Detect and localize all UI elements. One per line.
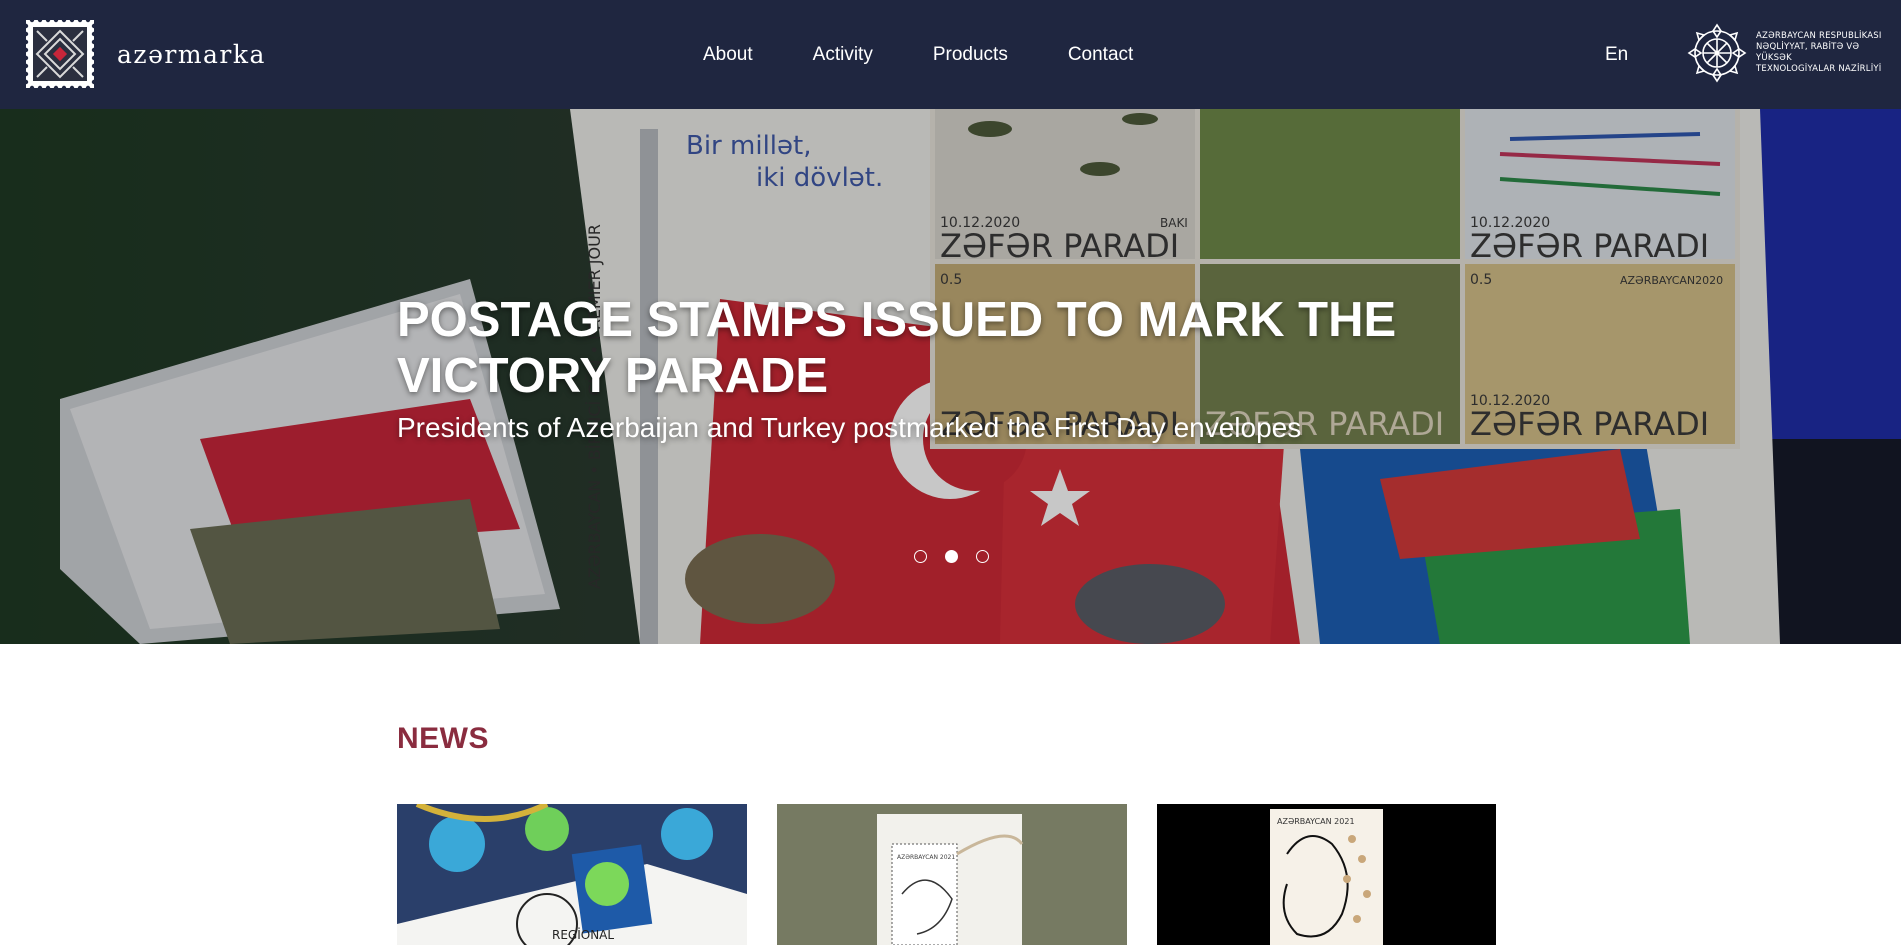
nav-activity[interactable]: Activity <box>813 44 873 66</box>
ministry-line: TEXNOLOGİYALAR NAZİRLİYİ <box>1756 64 1882 74</box>
brand-name: azərmarka <box>117 39 266 69</box>
news-heading: NEWS <box>397 722 489 755</box>
slider-dot-3[interactable] <box>976 550 989 563</box>
slider-dot-2[interactable] <box>945 550 958 563</box>
nav-products[interactable]: Products <box>933 44 1008 66</box>
stamp-logo-icon <box>24 18 96 90</box>
hero-subtitle: Presidents of Azerbaijan and Turkey post… <box>397 412 1302 443</box>
news-card-2[interactable]: AZƏRBAYCAN 2021 <box>777 804 1127 945</box>
card-image-text: AZƏRBAYCAN 2021 <box>1277 817 1355 826</box>
brand-logo[interactable]: azərmarka <box>24 17 266 91</box>
ministry-logo[interactable]: AZƏRBAYCAN RESPUBLİKASI NƏQLİYYAT, RABİT… <box>1686 22 1896 84</box>
card-image-text: AZƏRBAYCAN 2021 <box>897 854 955 861</box>
language-switcher[interactable]: En <box>1605 0 1628 109</box>
hero-slider[interactable]: Bir millət, iki dövlət. AZƏRBAYCAN • BİR… <box>0 109 1901 644</box>
main-nav: About Activity Products Contact <box>703 0 1133 109</box>
news-card-image: AZƏRBAYCAN 2021 <box>1157 804 1496 945</box>
ministry-name: AZƏRBAYCAN RESPUBLİKASI NƏQLİYYAT, RABİT… <box>1756 31 1896 75</box>
hero-title[interactable]: POSTAGE STAMPS ISSUED TO MARK THE VICTOR… <box>397 292 1397 404</box>
news-card-1[interactable]: REGİONAL <box>397 804 747 945</box>
news-card-3[interactable]: AZƏRBAYCAN 2021 <box>1157 804 1496 945</box>
nav-contact[interactable]: Contact <box>1068 44 1133 66</box>
news-card-image: AZƏRBAYCAN 2021 <box>777 804 1127 945</box>
site-header: azərmarka About Activity Products Contac… <box>0 0 1901 109</box>
card-image-text: REGİONAL <box>552 927 614 942</box>
slider-dot-1[interactable] <box>914 550 927 563</box>
nav-about[interactable]: About <box>703 44 753 66</box>
news-card-image: REGİONAL <box>397 804 747 945</box>
slider-pagination <box>914 550 1007 563</box>
ministry-line: AZƏRBAYCAN RESPUBLİKASI <box>1756 31 1882 41</box>
ministry-emblem-icon <box>1687 23 1747 83</box>
ministry-line: NƏQLİYYAT, RABİTƏ VƏ YÜKSƏK <box>1756 42 1860 63</box>
